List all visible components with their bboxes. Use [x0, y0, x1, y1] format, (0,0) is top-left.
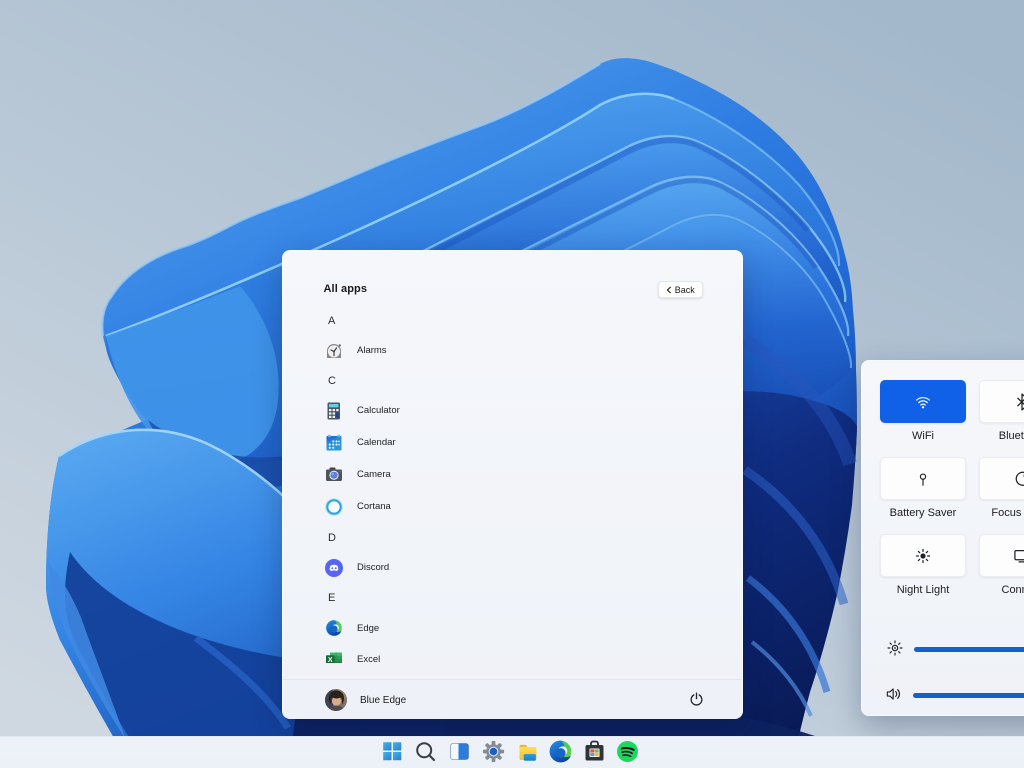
- svg-text:X: X: [328, 655, 333, 663]
